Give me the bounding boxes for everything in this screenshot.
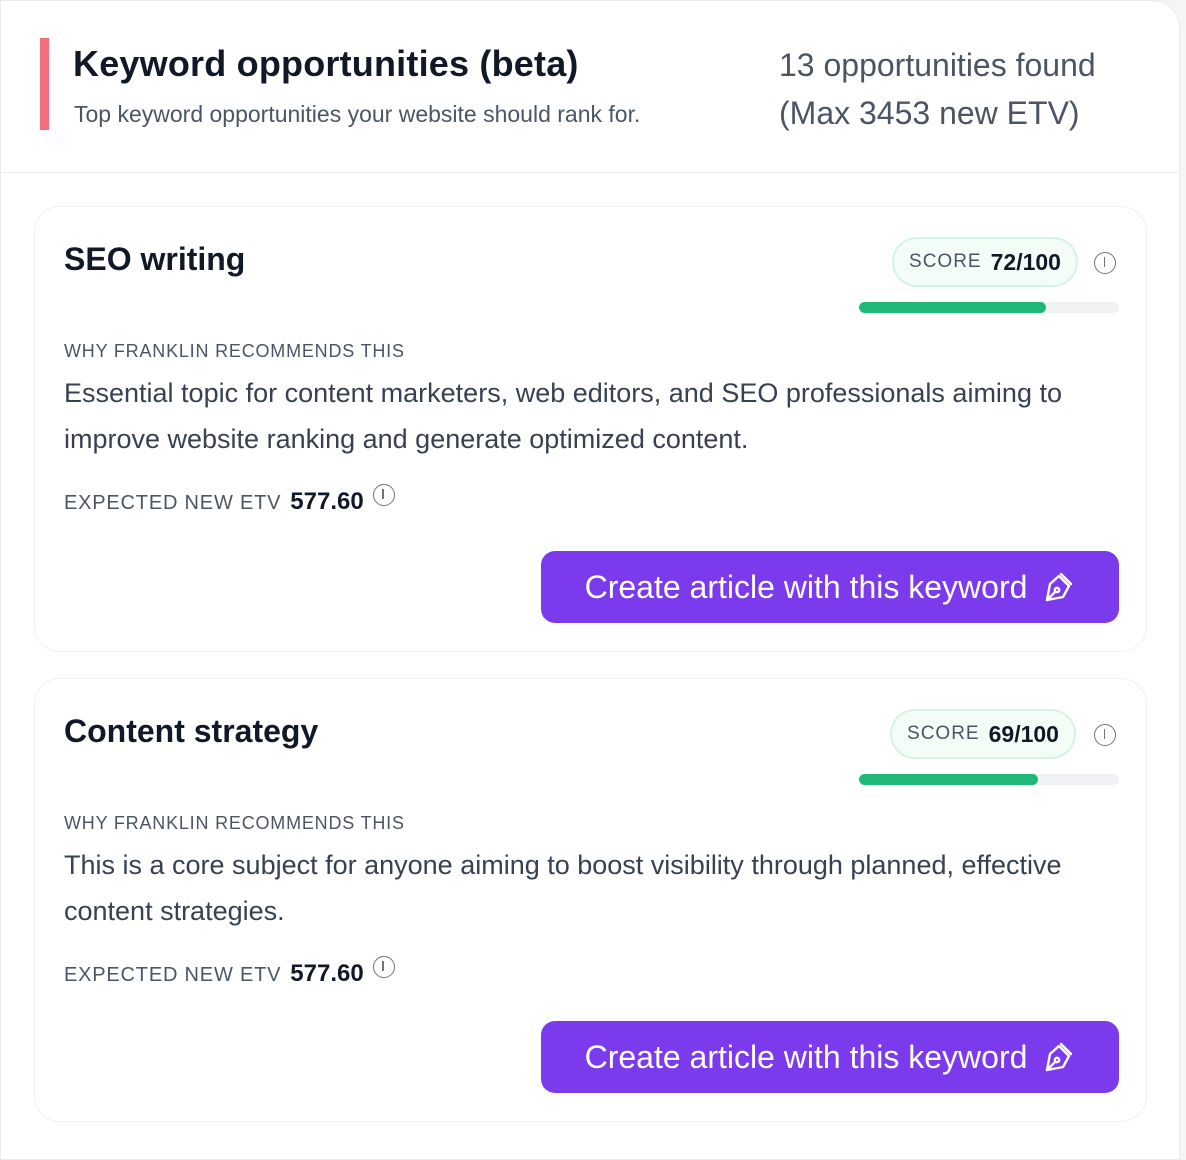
create-article-label: Create article with this keyword — [584, 568, 1028, 605]
score-progress-fill — [859, 302, 1047, 313]
keyword-opportunities-panel: Keyword opportunities (beta) Top keyword… — [0, 0, 1181, 1160]
etv-info-icon[interactable] — [372, 956, 395, 978]
opportunities-summary: 13 opportunities found (Max 3453 new ETV… — [779, 41, 1139, 137]
keyword-title: SEO writing — [64, 241, 246, 277]
expected-etv-label: EXPECTED NEW ETV — [64, 964, 282, 986]
pen-icon — [1046, 572, 1073, 602]
expected-etv-value: 577.60 — [290, 960, 364, 987]
score-info-icon[interactable] — [1094, 724, 1116, 746]
why-recommends-text: This is a core subject for anyone aiming… — [64, 850, 1062, 926]
expected-etv-row: EXPECTED NEW ETV 577.60 — [64, 956, 395, 988]
score-progress-bar — [859, 774, 1119, 785]
opportunity-card: Content strategy SCORE 69/100 WHY FRANKL… — [34, 678, 1147, 1122]
header-accent-bar — [40, 38, 49, 130]
score-badge: SCORE 69/100 — [890, 709, 1076, 759]
score-value: 69/100 — [988, 720, 1059, 747]
etv-info-icon[interactable] — [372, 484, 395, 506]
create-article-label: Create article with this keyword — [584, 1038, 1028, 1075]
why-recommends-text: Essential topic for content marketers, w… — [64, 378, 1062, 454]
page-title: Keyword opportunities (beta) — [73, 43, 579, 84]
max-new-etv: (Max 3453 new ETV) — [779, 95, 1080, 131]
score-progress-fill — [859, 774, 1039, 785]
opportunities-count: 13 opportunities found — [779, 47, 1096, 83]
expected-etv-row: EXPECTED NEW ETV 577.60 — [64, 484, 395, 516]
score-label: SCORE — [909, 251, 982, 272]
create-article-button[interactable]: Create article with this keyword — [541, 1021, 1119, 1093]
keyword-title: Content strategy — [64, 713, 319, 749]
pen-icon — [1046, 1042, 1073, 1072]
score-label: SCORE — [907, 723, 980, 744]
page-subtitle: Top keyword opportunities your website s… — [74, 101, 641, 127]
panel-header: Keyword opportunities (beta) Top keyword… — [1, 1, 1181, 173]
score-badge: SCORE 72/100 — [892, 237, 1078, 287]
why-recommends-label: WHY FRANKLIN RECOMMENDS THIS — [64, 813, 405, 833]
opportunity-card: SEO writing SCORE 72/100 WHY FRANKLIN RE… — [34, 206, 1147, 652]
score-info-icon[interactable] — [1094, 252, 1116, 274]
score-progress-bar — [859, 302, 1119, 313]
why-recommends-label: WHY FRANKLIN RECOMMENDS THIS — [64, 341, 405, 361]
expected-etv-label: EXPECTED NEW ETV — [64, 492, 282, 514]
score-value: 72/100 — [990, 248, 1061, 275]
expected-etv-value: 577.60 — [290, 488, 364, 515]
create-article-button[interactable]: Create article with this keyword — [541, 551, 1119, 623]
